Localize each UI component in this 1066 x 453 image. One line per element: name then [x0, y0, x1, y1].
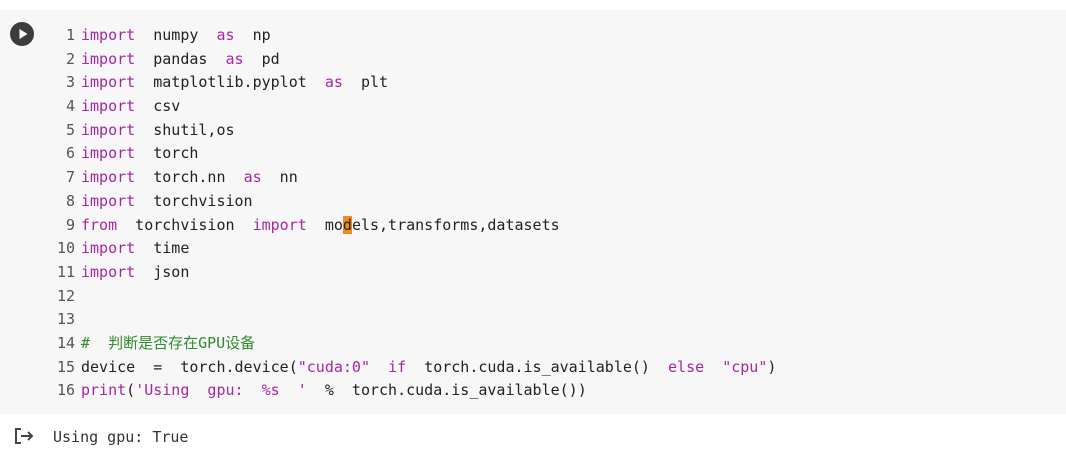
code-string: "cuda:0": [297, 357, 370, 376]
code-token: csv: [135, 97, 181, 116]
code-keyword: as: [324, 73, 343, 92]
line-number: 3: [65, 73, 75, 92]
code-line[interactable]: 2 import pandas as pd: [52, 48, 1052, 72]
code-token: matplotlib.pyplot: [135, 73, 325, 92]
code-line[interactable]: 11 import json: [52, 261, 1052, 285]
code-editor[interactable]: 1 import numpy as np 2 import pandas as pd 3…: [52, 24, 1052, 403]
code-line[interactable]: 1 import numpy as np: [52, 24, 1052, 48]
code-token: mo: [306, 215, 343, 234]
code-line[interactable]: 3 import matplotlib.pyplot as plt: [52, 71, 1052, 95]
code-token: pandas: [135, 49, 226, 68]
code-line[interactable]: 14 # 判断是否存在GPU设备: [52, 332, 1052, 356]
line-number: 8: [65, 191, 75, 210]
code-keyword: import: [81, 239, 136, 258]
code-token: torch: [135, 144, 199, 163]
line-number: 11: [56, 262, 75, 281]
code-token: torch.nn: [135, 168, 244, 187]
code-keyword: import: [81, 97, 136, 116]
line-number: 6: [65, 144, 75, 163]
code-keyword: import: [81, 120, 136, 139]
code-token: np: [234, 26, 271, 44]
code-keyword: import: [81, 168, 136, 187]
line-number: 14: [56, 333, 75, 352]
line-number: 4: [65, 97, 75, 116]
code-keyword: as: [243, 168, 262, 187]
code-token: time: [135, 239, 190, 258]
output-arrow-icon[interactable]: [14, 427, 36, 445]
code-keyword: import: [81, 144, 136, 163]
code-comment: # 判断是否存在GPU设备: [81, 333, 256, 352]
line-number: 7: [65, 168, 75, 187]
code-keyword: import: [81, 26, 136, 44]
code-keyword: import: [81, 73, 136, 92]
code-cell[interactable]: 1 import numpy as np 2 import pandas as pd 3…: [0, 10, 1066, 414]
code-keyword: as: [216, 26, 235, 44]
code-token: device = torch.device(: [81, 357, 298, 376]
line-number: 2: [65, 49, 75, 68]
code-line[interactable]: 4 import csv: [52, 95, 1052, 119]
code-token: plt: [342, 73, 389, 92]
code-line[interactable]: 5 import shutil,os: [52, 119, 1052, 143]
code-keyword: import: [81, 49, 136, 68]
code-line[interactable]: 15 device = torch.device("cuda:0" if torc…: [52, 356, 1052, 380]
code-line[interactable]: 8 import torchvision: [52, 190, 1052, 214]
text-cursor: d: [342, 215, 352, 234]
line-number: 13: [56, 310, 75, 329]
code-line[interactable]: 6 import torch: [52, 142, 1052, 166]
run-cell-button[interactable]: [10, 22, 34, 46]
line-number: 16: [56, 381, 75, 400]
line-number: 10: [56, 239, 75, 258]
code-keyword: print: [81, 381, 127, 400]
line-number: 1: [65, 26, 75, 44]
line-number: 15: [56, 357, 75, 376]
code-token: (: [126, 381, 136, 400]
code-string: "cpu": [722, 357, 768, 376]
output-text: Using gpu: True: [53, 428, 189, 446]
code-token: json: [135, 262, 190, 281]
code-token: pd: [243, 49, 280, 68]
code-keyword: as: [225, 49, 244, 68]
code-keyword: import: [252, 215, 307, 234]
code-keyword: from: [81, 215, 118, 234]
code-line[interactable]: 7 import torch.nn as nn: [52, 166, 1052, 190]
code-line[interactable]: 9 from torchvision import models,transfor…: [52, 214, 1052, 238]
code-token: shutil,os: [135, 120, 235, 139]
code-keyword: if: [388, 357, 407, 376]
code-token: ): [767, 357, 777, 376]
code-token: nn: [261, 168, 298, 187]
code-line[interactable]: 16 print('Using gpu: %s ' % torch.cuda.is…: [52, 379, 1052, 403]
code-token: numpy: [135, 26, 217, 44]
cell-output: Using gpu: True: [0, 418, 1066, 453]
line-number: 5: [65, 120, 75, 139]
code-token: % torch.cuda.is_available()): [306, 381, 587, 400]
code-token: torchvision: [117, 215, 253, 234]
code-keyword: import: [81, 191, 136, 210]
code-token: torch.cuda.is_available(): [406, 357, 669, 376]
code-line[interactable]: 12: [52, 285, 1052, 309]
code-string: 'Using gpu: %s ': [135, 381, 307, 400]
code-keyword: else: [668, 357, 705, 376]
code-token: torchvision: [135, 191, 253, 210]
code-token: els,transforms,datasets: [351, 215, 560, 234]
code-line[interactable]: 10 import time: [52, 237, 1052, 261]
code-line[interactable]: 13: [52, 308, 1052, 332]
play-icon: [19, 29, 28, 39]
code-keyword: import: [81, 262, 136, 281]
line-number: 12: [56, 286, 75, 305]
line-number: 9: [65, 215, 75, 234]
